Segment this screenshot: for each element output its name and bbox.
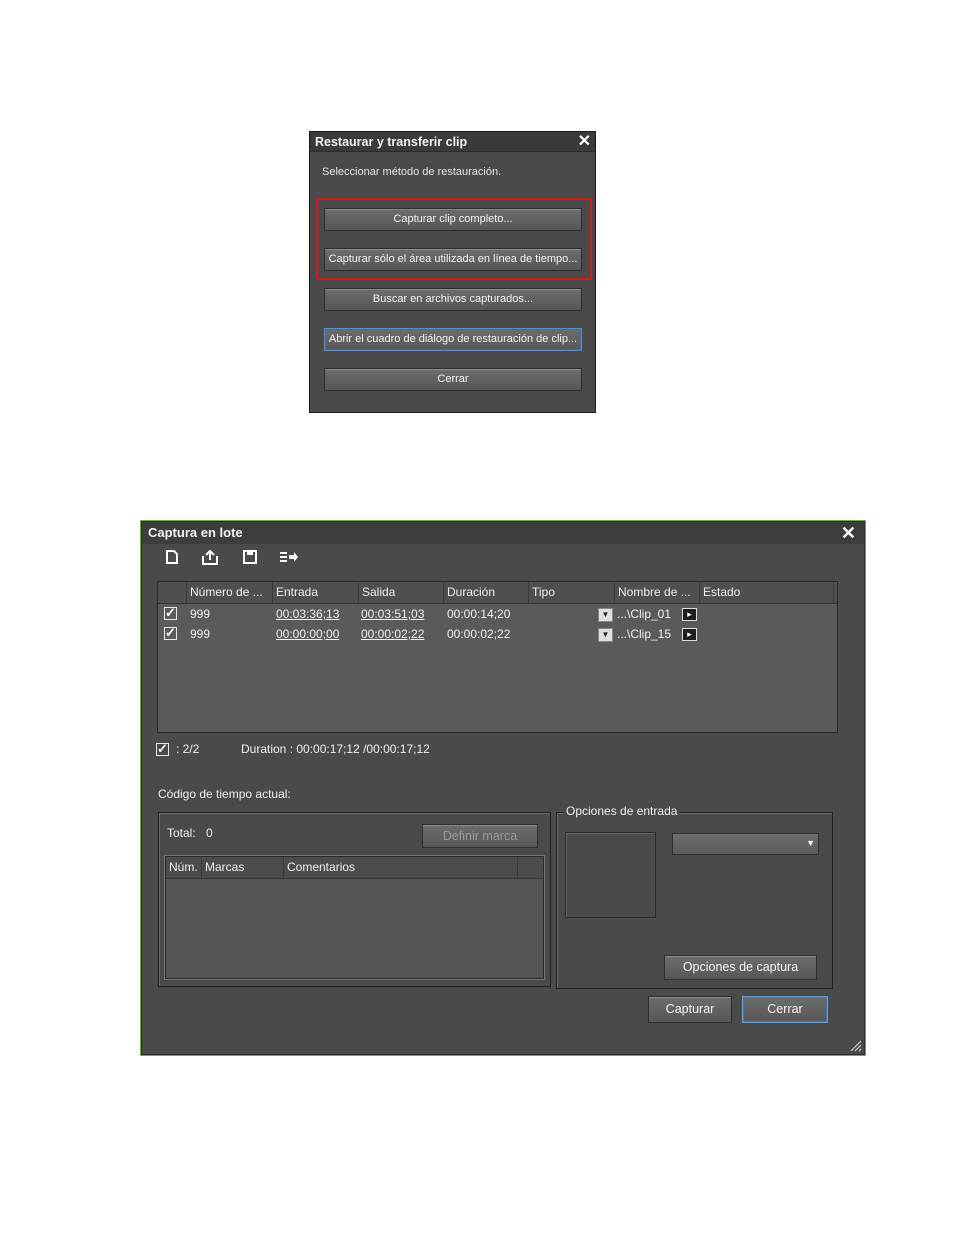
- input-options-legend: Opciones de entrada: [564, 804, 680, 818]
- chevron-down-icon: ▼: [806, 838, 815, 848]
- marks-list-header: Núm. Marcas Comentarios: [166, 857, 543, 879]
- column-header-check: [158, 582, 187, 603]
- column-header-nombre[interactable]: Nombre de ...: [615, 582, 700, 603]
- column-header-tipo[interactable]: Tipo: [529, 582, 615, 603]
- folder-icon[interactable]: ▸: [682, 608, 697, 621]
- dialog-title: Captura en lote: [148, 525, 243, 540]
- search-captured-files-button[interactable]: Buscar en archivos capturados...: [324, 288, 582, 311]
- cell-salida[interactable]: 00:03:51;03: [361, 605, 424, 624]
- cell-entrada[interactable]: 00:03:36;13: [276, 605, 339, 624]
- cell-numero: 999: [190, 607, 211, 621]
- capture-button[interactable]: Capturar: [648, 996, 732, 1023]
- table-header: Número de ... Entrada Salida Duración Ti…: [158, 582, 837, 604]
- selected-count: : 2/2: [176, 742, 200, 756]
- table-row[interactable]: ✓ 999 00:00:00;00 00:00:02;22 00:00:02;2…: [158, 625, 837, 644]
- table-row[interactable]: ✓ 999 00:03:36;13 00:03:51;03 00:00:14;2…: [158, 605, 837, 624]
- total-value: 0: [206, 826, 213, 840]
- row-checkbox[interactable]: ✓: [164, 626, 177, 640]
- dialog-title-bar: Captura en lote ✕: [142, 522, 864, 544]
- save-icon[interactable]: [241, 550, 259, 566]
- resize-grip-icon[interactable]: [848, 1038, 862, 1052]
- cell-numero: 999: [190, 627, 211, 641]
- total-duration: Duration : 00:00:17;12 /00:00:17;12: [241, 742, 430, 756]
- column-header-num[interactable]: Núm.: [166, 857, 202, 878]
- cell-nombre: ...\Clip_15: [617, 627, 672, 641]
- new-icon[interactable]: [163, 550, 181, 566]
- input-select[interactable]: ▼: [672, 833, 819, 855]
- column-header-estado[interactable]: Estado: [700, 582, 834, 603]
- cell-nombre: ...\Clip_01: [617, 607, 672, 621]
- column-header-entrada[interactable]: Entrada: [273, 582, 359, 603]
- close-button[interactable]: Cerrar: [742, 996, 828, 1023]
- close-icon[interactable]: ✕: [578, 132, 591, 152]
- close-button[interactable]: Cerrar: [324, 368, 582, 391]
- type-dropdown-icon[interactable]: ▼: [598, 628, 613, 642]
- define-mark-button[interactable]: Definir marca: [422, 824, 538, 848]
- select-all-checkbox[interactable]: ✓: [156, 742, 169, 756]
- close-icon[interactable]: ✕: [841, 522, 856, 544]
- cell-salida[interactable]: 00:00:02;22: [361, 625, 424, 644]
- export-icon[interactable]: [201, 549, 219, 566]
- batch-capture-dialog: Captura en lote ✕ Número de ... Entrada …: [140, 520, 866, 1056]
- total-label: Total:: [167, 826, 196, 840]
- input-preview: [565, 832, 656, 918]
- column-header-marcas[interactable]: Marcas: [202, 857, 284, 878]
- dialog-title: Restaurar y transferir clip: [315, 135, 468, 149]
- cell-duracion: 00:00:02;22: [447, 627, 511, 641]
- column-header-salida[interactable]: Salida: [359, 582, 444, 603]
- open-restore-dialog-button[interactable]: Abrir el cuadro de diálogo de restauraci…: [324, 328, 582, 351]
- row-checkbox[interactable]: ✓: [164, 606, 177, 620]
- import-list-icon[interactable]: [279, 550, 298, 566]
- type-dropdown-icon[interactable]: ▼: [598, 608, 613, 622]
- cell-entrada[interactable]: 00:00:00;00: [276, 625, 339, 644]
- dialog-title-bar: Restaurar y transferir clip ✕: [310, 132, 595, 152]
- column-header-duracion[interactable]: Duración: [444, 582, 529, 603]
- clip-list-table: Número de ... Entrada Salida Duración Ti…: [157, 581, 838, 733]
- highlight-box: [316, 198, 592, 280]
- dialog-message: Seleccionar método de restauración.: [322, 166, 502, 178]
- current-timecode-label: Código de tiempo actual:: [158, 787, 291, 801]
- column-header-comentarios[interactable]: Comentarios: [284, 857, 518, 878]
- folder-icon[interactable]: ▸: [682, 628, 697, 641]
- column-header-numero[interactable]: Número de ...: [187, 582, 273, 603]
- marks-list: Núm. Marcas Comentarios: [165, 856, 544, 979]
- capture-options-button[interactable]: Opciones de captura: [664, 955, 817, 980]
- cell-duracion: 00:00:14;20: [447, 607, 511, 621]
